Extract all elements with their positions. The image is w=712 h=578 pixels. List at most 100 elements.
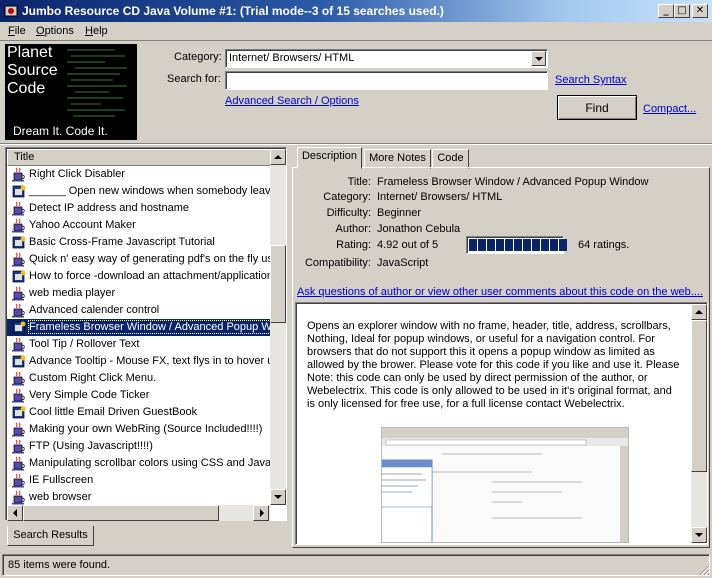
list-item[interactable]: Custom Right Click Menu. [7,370,271,387]
java-coffee-icon [12,218,25,233]
scroll-right-icon[interactable] [253,505,269,521]
java-coffee-icon [12,473,25,488]
title-bar[interactable]: Jumbo Resource CD Java Volume #1: (Trial… [0,0,712,22]
list-item[interactable]: Very Simple Code Ticker [7,387,271,404]
advanced-search-link[interactable]: Advanced Search / Options [225,95,359,107]
list-item[interactable]: Frameless Browser Window / Advanced Popu… [7,319,271,336]
screenshot-preview-image [381,427,629,543]
title-value: Frameless Browser Window / Advanced Popu… [377,176,649,188]
search-input[interactable] [225,71,548,90]
list-item-label: Manipulating scrollbar colors using CSS … [29,457,271,469]
menu-options-accel: O [36,25,45,37]
list-item[interactable]: web browser [7,489,271,506]
results-list[interactable]: Right Click Disabler ______ Open new wind… [7,166,271,506]
list-item[interactable]: How to force -download an attachment/app… [7,268,271,285]
list-item-label: Custom Right Click Menu. [29,372,157,384]
list-item-label: Making your own WebRing (Source Included… [29,423,263,435]
window-title: Jumbo Resource CD Java Volume #1: (Trial… [22,4,444,18]
find-button[interactable]: Find [557,95,637,120]
desc-scroll-up-icon[interactable] [691,304,707,320]
list-hscroll-thumb[interactable] [23,505,219,521]
logo-line-3: Code [7,80,46,97]
web-page-icon [12,185,26,198]
scroll-down-icon[interactable] [270,489,286,505]
java-coffee-icon [12,337,25,352]
author-value: Jonathon Cebula [377,223,461,235]
category-detail-label: Category: [323,191,371,203]
compact-link[interactable]: Compact... [643,103,696,115]
maximize-button[interactable]: □ [674,4,690,18]
description-scrollbar[interactable] [691,304,707,543]
category-dropdown-arrow-icon[interactable] [531,51,546,66]
resize-grip-icon[interactable] [698,564,710,576]
rating-segment [478,239,486,251]
minimize-button[interactable]: _ [658,4,674,18]
list-item-label: web media player [29,287,116,299]
ask-questions-link[interactable]: Ask questions of author or view other us… [297,286,703,298]
description-box: Opens an explorer window with no frame, … [295,302,708,545]
list-item[interactable]: IE Fullscreen [7,472,271,489]
difficulty-value: Beginner [377,207,422,219]
list-header-title[interactable]: Title [7,149,273,166]
status-bar: 85 items were found. [2,554,710,576]
menu-file-label: ile [14,25,26,37]
list-item-label: How to force -download an attachment/app… [29,270,271,282]
tab-more-notes[interactable]: More Notes [364,149,431,169]
find-button-label: Find [585,101,609,115]
web-page-icon [12,406,26,419]
menu-help-label: elp [92,25,108,37]
compatibility-label: Compatibility: [304,257,371,269]
list-item-label: ______ Open new windows when somebody le… [29,185,271,197]
category-select[interactable]: Internet/ Browsers/ HTML [225,49,548,68]
description-text: Opens an explorer window with no frame, … [307,320,680,410]
desc-scroll-thumb[interactable] [691,320,707,472]
list-item[interactable]: Making your own WebRing (Source Included… [7,421,271,438]
screenshot-preview-art [382,428,628,542]
list-item[interactable]: Detect IP address and hostname [7,200,271,217]
menu-help[interactable]: Help [85,25,108,37]
list-item[interactable]: Advanced calender control [7,302,271,319]
desc-scroll-down-icon[interactable] [691,527,707,543]
scroll-left-icon[interactable] [7,505,23,521]
compatibility-value: JavaScript [377,257,429,269]
list-item[interactable]: Yahoo Account Maker [7,217,271,234]
tab-code[interactable]: Code [432,149,469,169]
logo-code-texture [65,46,135,122]
tab-description[interactable]: Description [297,147,362,169]
toolbar-separator [0,143,712,145]
list-item[interactable]: ______ Open new windows when somebody le… [7,183,271,200]
list-horizontal-scrollbar[interactable] [7,505,270,521]
list-item[interactable]: Right Click Disabler [7,166,271,183]
list-item[interactable]: Tool Tip / Rollover Text [7,336,271,353]
rating-label: Rating: [336,239,371,251]
author-label: Author: [335,223,371,235]
tab-search-results[interactable]: Search Results [7,526,94,546]
list-item[interactable]: web media player [7,285,271,302]
logo-code-texture-art [67,49,127,117]
java-coffee-icon [12,252,25,267]
menu-file[interactable]: File [8,25,26,37]
java-coffee-icon [12,167,25,182]
search-syntax-link[interactable]: Search Syntax [555,74,627,86]
planet-source-code-logo: Planet Source Code Dream It. Code It. [5,44,137,140]
app-icon [4,5,18,17]
close-button[interactable]: ✕ [692,4,708,18]
results-list-panel: Title Right Click Disabler ______ Open ne… [5,147,287,521]
list-item[interactable]: Advance Tooltip - Mouse FX, text flys in… [7,353,271,370]
logo-line-1: Planet [7,44,53,61]
list-item-label: Tool Tip / Rollover Text [29,338,140,350]
list-item[interactable]: Cool little Email Driven GuestBook [7,404,271,421]
scroll-up-icon[interactable] [270,149,286,165]
list-item[interactable]: Basic Cross-Frame Javascript Tutorial [7,234,271,251]
list-item[interactable]: Manipulating scrollbar colors using CSS … [7,455,271,472]
list-item[interactable]: FTP (Using Javascript!!!!) [7,438,271,455]
menu-options[interactable]: Options [36,25,74,37]
java-coffee-icon [12,371,25,386]
java-coffee-icon [12,456,25,471]
java-coffee-icon [12,388,25,403]
rating-segment [514,239,522,251]
list-item-label: Advance Tooltip - Mouse FX, text flys in… [29,355,271,367]
rating-segment [532,239,540,251]
list-item[interactable]: Quick n' easy way of generating pdf's on… [7,251,271,268]
rating-segment [496,239,504,251]
